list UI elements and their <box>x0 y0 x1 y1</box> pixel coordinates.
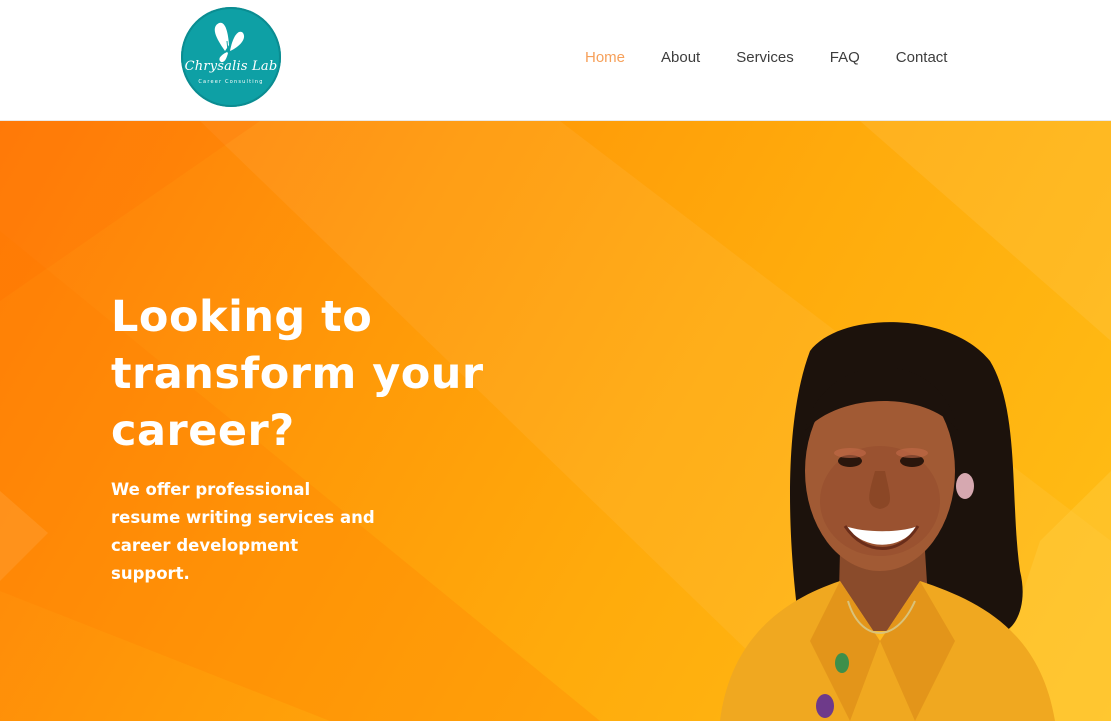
logo-script: Chrysalis Lab <box>184 59 278 74</box>
hero-subtext: We offer professional resume writing ser… <box>111 480 375 583</box>
hero-portrait-image <box>720 322 1055 721</box>
logo-tagline: Career Consulting <box>198 79 264 85</box>
headline-line-1: Looking to <box>111 292 373 342</box>
site-header: Chrysalis Lab Career Consulting Home Abo… <box>0 0 1111 120</box>
hero-section: Looking to transform your career? We off… <box>0 120 1111 721</box>
logo[interactable]: Chrysalis Lab Career Consulting <box>181 7 281 107</box>
main-nav: Home About Services FAQ Contact <box>585 47 947 67</box>
nav-about[interactable]: About <box>661 49 700 66</box>
nav-contact[interactable]: Contact <box>896 49 948 66</box>
headline-line-2: transform your <box>111 349 484 399</box>
hero-headline: Looking to transform your career? <box>111 289 491 460</box>
nav-faq[interactable]: FAQ <box>830 49 860 66</box>
nav-services[interactable]: Services <box>736 49 794 66</box>
headline-line-3: career? <box>111 406 295 456</box>
nav-home[interactable]: Home <box>585 49 625 66</box>
butterfly-icon <box>214 22 245 63</box>
